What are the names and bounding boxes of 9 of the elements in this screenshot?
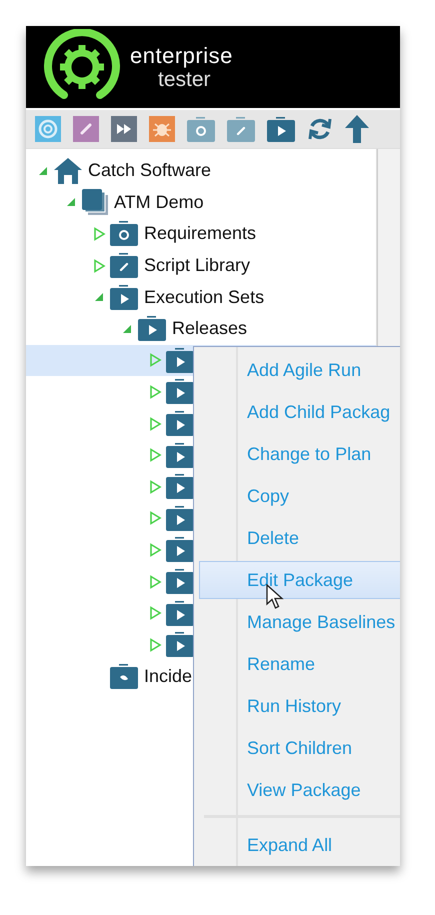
tree-node-label: Incide bbox=[144, 666, 192, 687]
tree-node-label: Releases bbox=[172, 318, 248, 340]
tree-node-label: Execution Sets bbox=[144, 286, 264, 308]
logo-text: enterprise bbox=[130, 44, 233, 66]
tree-node-label: Catch Software bbox=[88, 160, 212, 182]
tree-node-label: Script Library bbox=[144, 255, 250, 276]
tree-node-label: Requirements bbox=[144, 223, 256, 244]
tree-node-label: ATM Demo bbox=[114, 192, 204, 213]
logo-subtext: tester bbox=[158, 68, 211, 90]
